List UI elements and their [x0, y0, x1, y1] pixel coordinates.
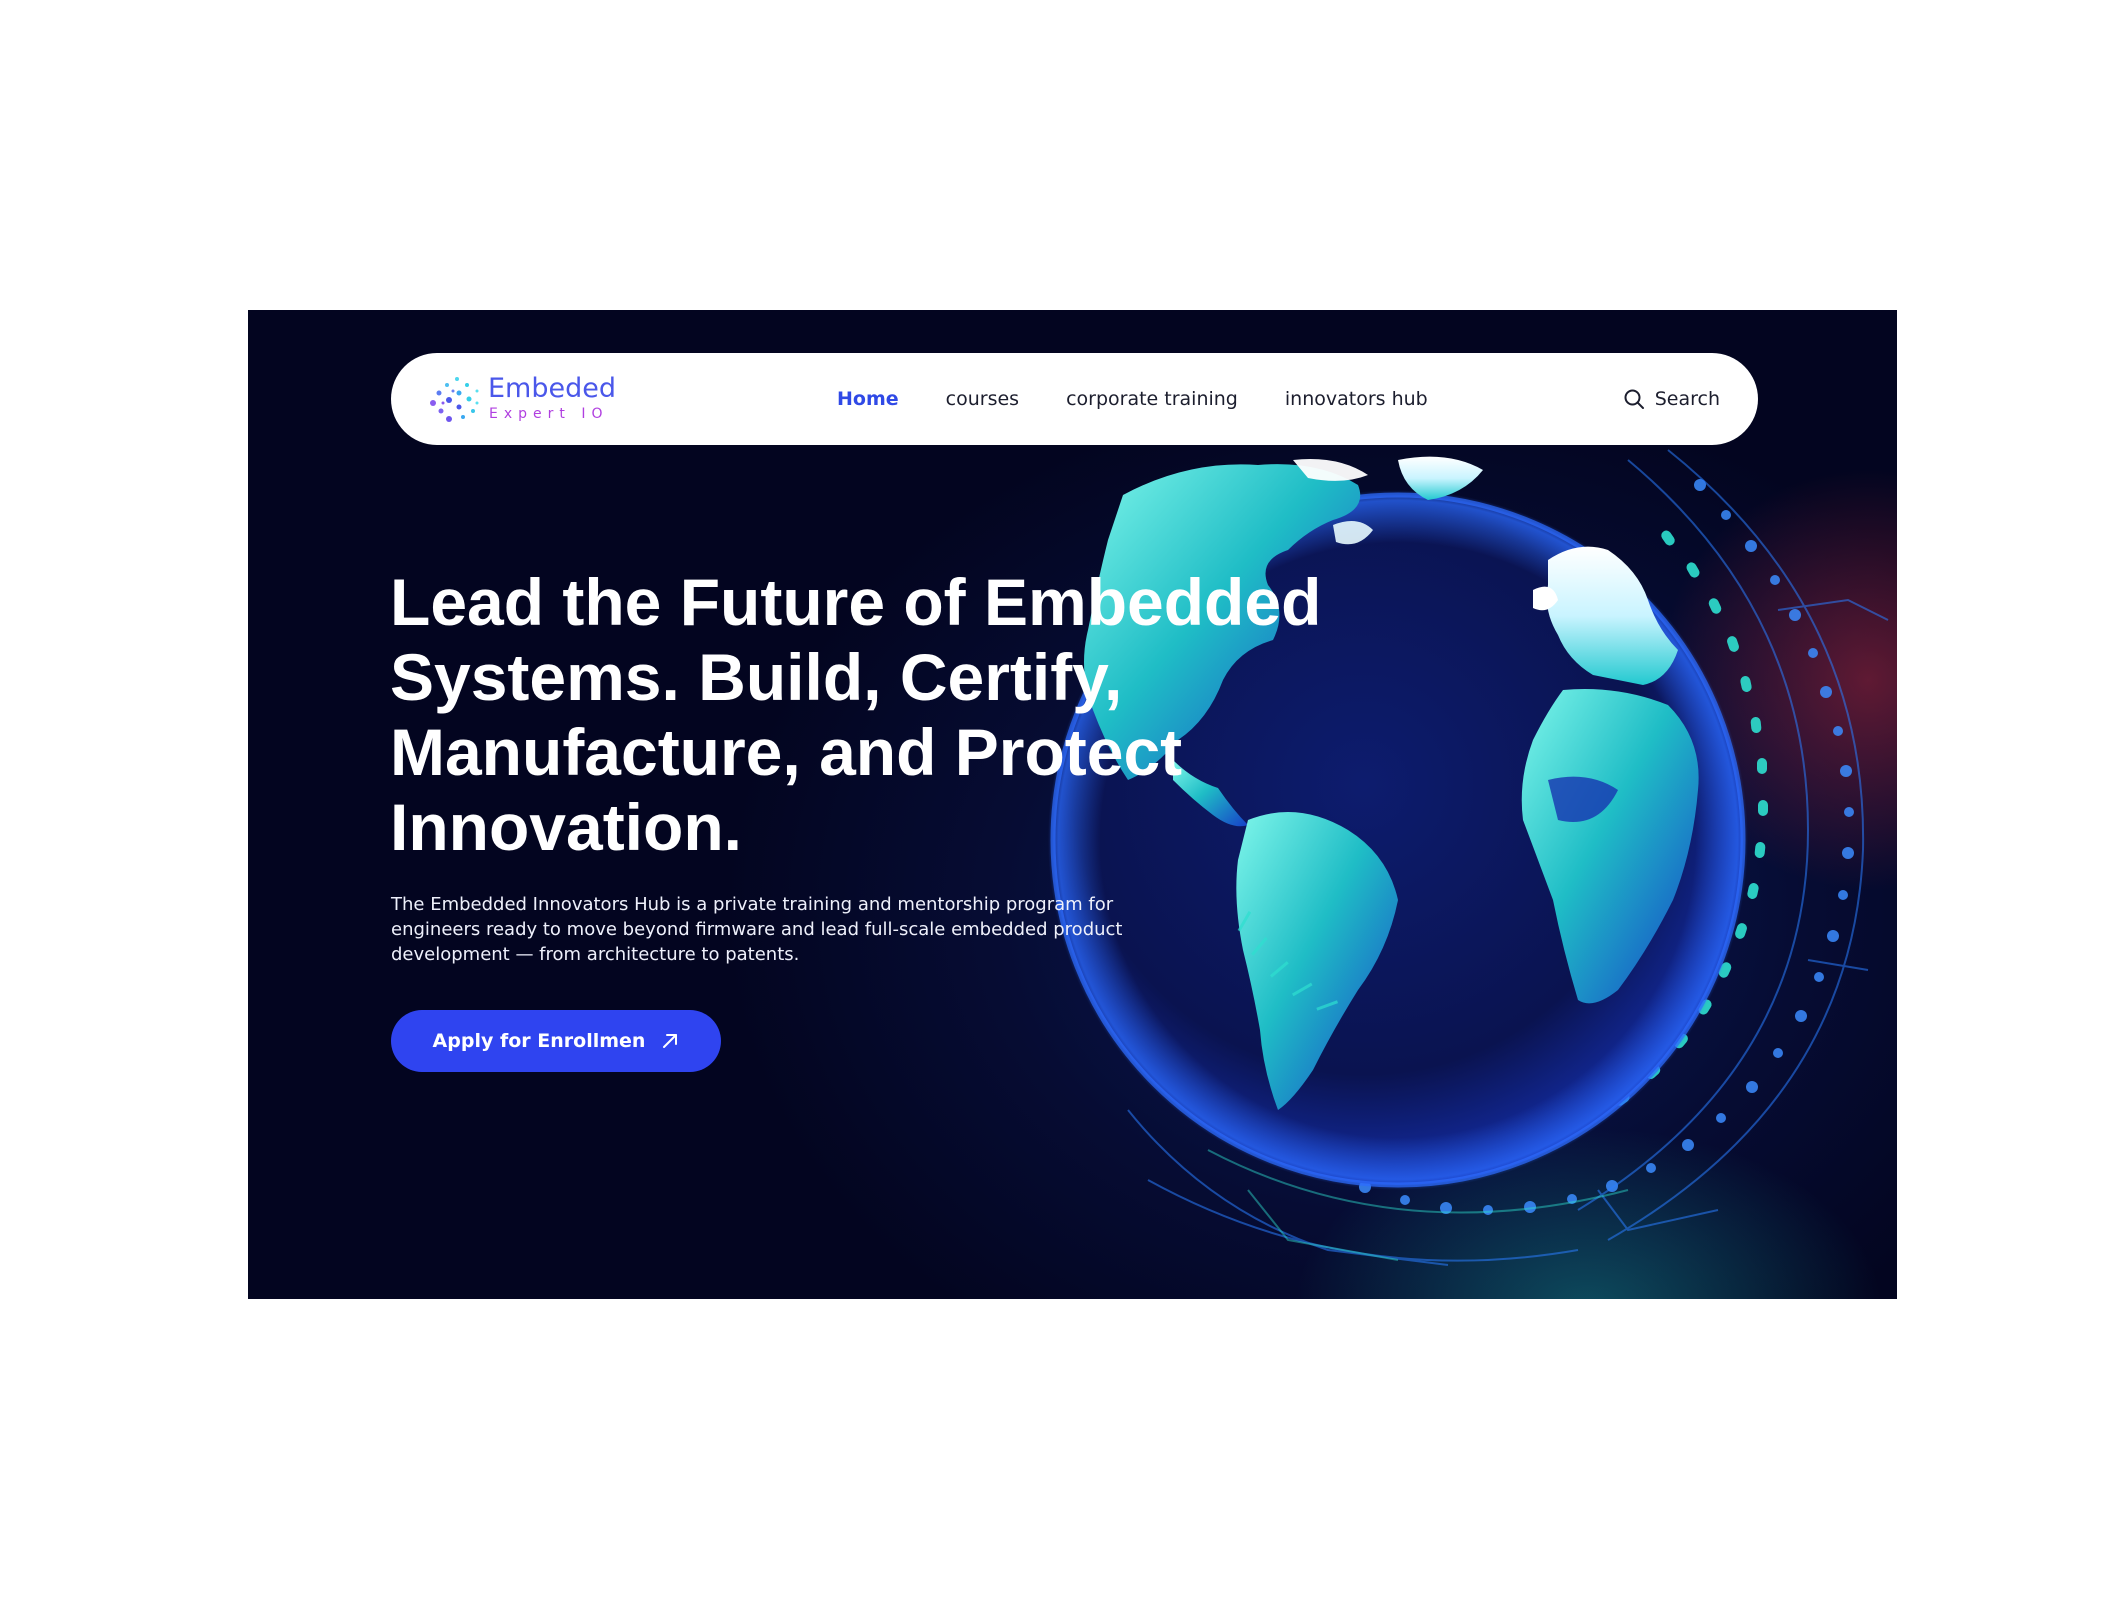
search-button[interactable]: Search	[1623, 353, 1720, 445]
nav-item-innovators-hub[interactable]: innovators hub	[1285, 388, 1428, 410]
arrow-up-right-icon	[663, 1034, 678, 1048]
apply-button-label: Apply for Enrollmen	[432, 1030, 646, 1052]
search-label: Search	[1654, 388, 1720, 410]
top-navbar: Embeded Expert IO Home courses corporate…	[391, 353, 1758, 445]
hero-description: The Embedded Innovators Hub is a private…	[391, 894, 1123, 965]
hero-section: Embeded Expert IO Home courses corporate…	[248, 310, 1897, 1299]
brand-logo[interactable]: Embeded Expert IO	[427, 373, 627, 427]
nav-item-corporate-training[interactable]: corporate training	[1066, 388, 1238, 410]
hero-headline: Lead the Future of Embedded Systems. Bui…	[390, 565, 1322, 864]
search-icon	[1624, 389, 1644, 409]
brand-tagline: Expert IO	[489, 406, 609, 422]
nav-menu: Home courses corporate training innovato…	[837, 353, 1475, 445]
apply-for-enrollment-button[interactable]: Apply for Enrollmen	[391, 1010, 721, 1072]
particle-dots-logo-icon	[430, 377, 479, 422]
nav-item-courses[interactable]: courses	[946, 388, 1019, 410]
brand-name: Embeded	[488, 373, 616, 404]
nav-item-home[interactable]: Home	[837, 388, 899, 410]
